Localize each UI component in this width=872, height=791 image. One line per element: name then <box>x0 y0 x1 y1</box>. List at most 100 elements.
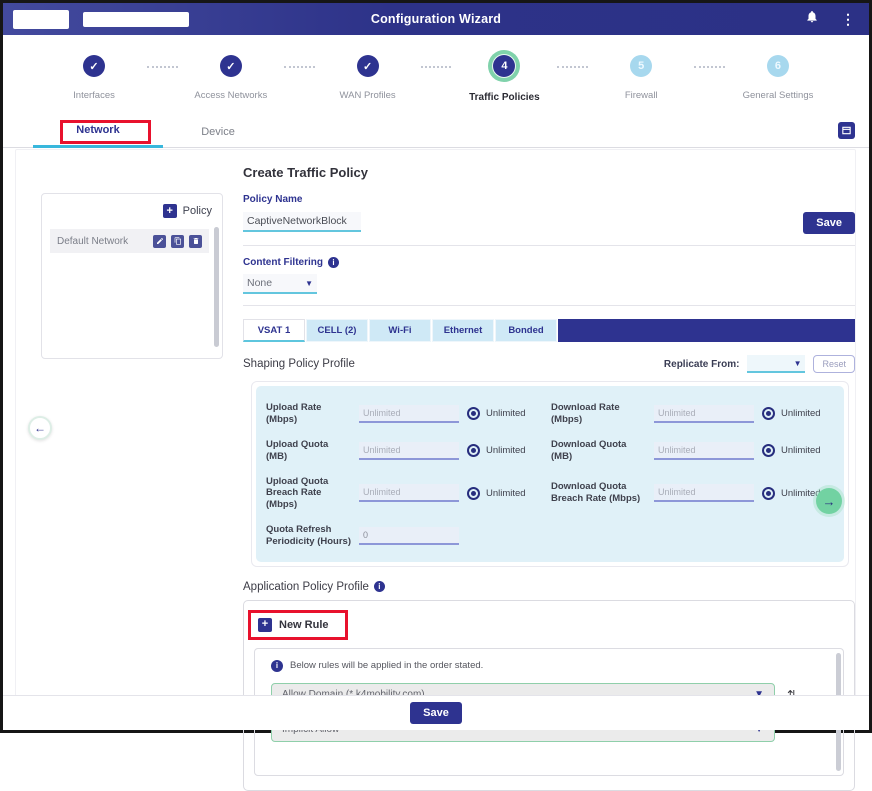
step-label: General Settings <box>743 90 814 101</box>
shaping-policy-panel: Upload Rate (Mbps) Unlimited Download Ra… <box>256 386 844 562</box>
step-label: Interfaces <box>73 90 115 101</box>
step-access-networks[interactable]: ✓ Access Networks <box>178 43 284 113</box>
replicate-from-select[interactable]: ▼ <box>747 355 805 373</box>
tab-bonded[interactable]: Bonded <box>495 319 557 342</box>
upload-quota-unlimited-radio[interactable] <box>467 444 480 457</box>
step-traffic-policies[interactable]: 4 Traffic Policies <box>451 43 557 113</box>
scrollbar-thumb[interactable] <box>214 227 219 347</box>
download-breach-unlimited-radio[interactable] <box>762 487 775 500</box>
replicate-from-label: Replicate From: <box>664 359 740 370</box>
step-connector <box>147 66 178 113</box>
download-rate-input[interactable] <box>654 405 754 423</box>
step-label: Firewall <box>625 90 658 101</box>
upload-rate-input[interactable] <box>359 405 459 423</box>
application-policy-title: Application Policy Profile <box>243 581 369 593</box>
check-icon: ✓ <box>220 55 242 77</box>
tab-ethernet[interactable]: Ethernet <box>432 319 494 342</box>
download-quota-unlimited-radio[interactable] <box>762 444 775 457</box>
list-item-default-network[interactable]: Default Network <box>50 229 209 253</box>
save-button[interactable]: Save <box>803 212 855 234</box>
quota-refresh-input[interactable] <box>359 527 459 545</box>
wizard-stepper: ✓ Interfaces ✓ Access Networks ✓ WAN Pro… <box>3 43 869 113</box>
tab-cell[interactable]: CELL (2) <box>306 319 368 342</box>
info-icon[interactable]: i <box>328 257 339 268</box>
plus-icon: + <box>258 618 272 632</box>
step-general-settings[interactable]: 6 General Settings <box>725 43 831 113</box>
download-quota-label: Download Quota (MB) <box>551 439 646 463</box>
upload-breach-unlimited-radio[interactable] <box>467 487 480 500</box>
step-wan-profiles[interactable]: ✓ WAN Profiles <box>315 43 421 113</box>
edit-icon[interactable] <box>153 235 166 248</box>
policy-name-input[interactable] <box>243 212 361 232</box>
check-icon: ✓ <box>83 55 105 77</box>
tab-bar-filler <box>558 319 855 342</box>
upload-quota-input[interactable] <box>359 442 459 460</box>
rules-note: Below rules will be applied in the order… <box>290 660 483 671</box>
next-arrow-button[interactable]: → <box>816 488 842 514</box>
add-policy-label: Policy <box>183 205 212 217</box>
radio-label: Unlimited <box>781 445 821 456</box>
upload-rate-unlimited-radio[interactable] <box>467 407 480 420</box>
menu-kebab-icon[interactable]: ⋮ <box>841 12 855 26</box>
step-connector <box>421 66 452 113</box>
step-number: 6 <box>767 55 789 77</box>
info-icon: i <box>271 660 283 672</box>
bottom-action-bar: Save <box>3 695 869 730</box>
device-view-icon[interactable] <box>838 122 855 139</box>
download-rate-label: Download Rate (Mbps) <box>551 402 646 426</box>
step-firewall[interactable]: 5 Firewall <box>588 43 694 113</box>
delete-icon[interactable] <box>189 235 202 248</box>
radio-label: Unlimited <box>486 445 526 456</box>
content-filtering-label: Content Filtering <box>243 257 323 268</box>
tab-device[interactable]: Device <box>183 115 253 148</box>
step-connector <box>694 66 725 113</box>
step-number: 4 <box>493 55 515 77</box>
upload-rate-label: Upload Rate (Mbps) <box>266 402 351 426</box>
policy-list-card: + Policy Default Network <box>41 193 223 359</box>
radio-label: Unlimited <box>486 408 526 419</box>
step-interfaces[interactable]: ✓ Interfaces <box>41 43 147 113</box>
step-label: Traffic Policies <box>469 92 540 103</box>
page-title: Configuration Wizard <box>3 12 869 26</box>
check-icon: ✓ <box>357 55 379 77</box>
step-number: 5 <box>630 55 652 77</box>
bell-icon[interactable] <box>805 9 819 29</box>
info-icon[interactable]: i <box>374 581 385 592</box>
upload-quota-label: Upload Quota (MB) <box>266 439 351 463</box>
policy-name-label: Policy Name <box>243 194 302 205</box>
form-title: Create Traffic Policy <box>243 165 855 180</box>
download-breach-rate-input[interactable] <box>654 484 754 502</box>
chevron-down-icon: ▼ <box>794 359 802 368</box>
plus-icon: + <box>163 204 177 218</box>
reset-button[interactable]: Reset <box>813 355 855 373</box>
radio-label: Unlimited <box>781 488 821 499</box>
divider <box>243 245 855 246</box>
divider <box>243 305 855 306</box>
radio-label: Unlimited <box>781 408 821 419</box>
upload-breach-rate-input[interactable] <box>359 484 459 502</box>
step-connector <box>284 66 315 113</box>
copy-icon[interactable] <box>171 235 184 248</box>
policy-item-name: Default Network <box>57 236 128 247</box>
download-quota-input[interactable] <box>654 442 754 460</box>
content-filtering-select[interactable]: None ▼ <box>243 274 317 294</box>
step-connector <box>557 66 588 113</box>
scope-tabs: Network Device <box>3 115 869 148</box>
chevron-down-icon: ▼ <box>305 279 313 288</box>
interface-tabs: VSAT 1 CELL (2) Wi-Fi Ethernet Bonded <box>243 319 855 342</box>
app-header: Configuration Wizard ⋮ <box>3 3 869 35</box>
content-filtering-value: None <box>247 277 272 289</box>
add-policy-button[interactable]: + Policy <box>163 204 212 218</box>
tab-wifi[interactable]: Wi-Fi <box>369 319 431 342</box>
quota-refresh-label: Quota Refresh Periodicity (Hours) <box>266 524 351 548</box>
back-button[interactable]: ← <box>28 416 52 440</box>
step-label: WAN Profiles <box>340 90 396 101</box>
step-label: Access Networks <box>194 90 267 101</box>
download-rate-unlimited-radio[interactable] <box>762 407 775 420</box>
radio-label: Unlimited <box>486 488 526 499</box>
tab-vsat1[interactable]: VSAT 1 <box>243 319 305 342</box>
download-breach-rate-label: Download Quota Breach Rate (Mbps) <box>551 481 646 505</box>
save-button-bottom[interactable]: Save <box>410 702 462 724</box>
new-rule-label: New Rule <box>279 619 329 631</box>
new-rule-button[interactable]: + New Rule <box>248 610 348 640</box>
